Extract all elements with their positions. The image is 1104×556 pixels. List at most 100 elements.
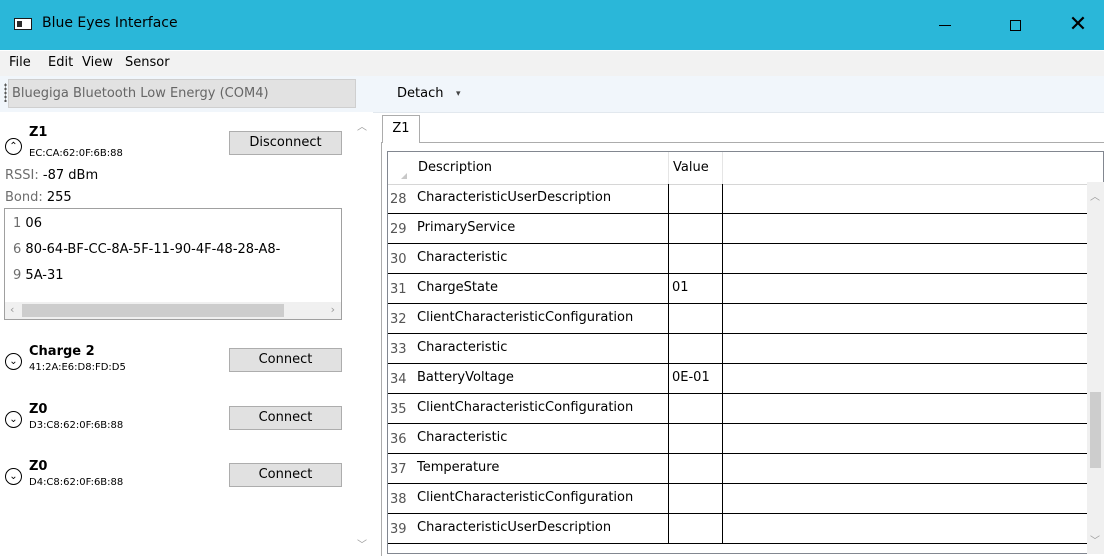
rssi-readout: RSSI: -87 dBm — [5, 168, 98, 183]
cell-description[interactable]: PrimaryService — [414, 214, 669, 243]
chevron-down-icon[interactable]: ⌄ — [5, 353, 22, 370]
cell-filler — [723, 514, 1088, 543]
cell-value[interactable] — [669, 244, 723, 273]
chevron-down-icon[interactable]: ⌄ — [5, 468, 22, 485]
device-name: Z0 — [29, 459, 48, 474]
scrollbar-thumb[interactable] — [1090, 392, 1101, 468]
toolbar: Bluegiga Bluetooth Low Energy (COM4) Det… — [0, 76, 1104, 113]
cell-description[interactable]: Temperature — [414, 454, 669, 483]
cell-description[interactable]: Characteristic — [414, 424, 669, 453]
cell-description[interactable]: BatteryVoltage — [414, 364, 669, 393]
row-number: 30 — [390, 252, 407, 267]
device-list-scrollbar[interactable]: ︿ ﹀ — [353, 112, 373, 556]
row-number: 36 — [390, 432, 407, 447]
rssi-label: RSSI: — [5, 168, 39, 183]
bond-label: Bond: — [5, 190, 43, 205]
scrollbar-thumb[interactable] — [22, 304, 284, 317]
cell-filler — [723, 334, 1088, 363]
table-row[interactable]: 34 BatteryVoltage 0E-01 — [388, 364, 1088, 394]
connect-button[interactable]: Connect — [229, 406, 342, 430]
table-row[interactable]: 29 PrimaryService — [388, 214, 1088, 244]
row-number: 28 — [390, 192, 407, 207]
maximize-icon — [1009, 19, 1021, 31]
toolbar-overflow-icon[interactable]: ▾ — [456, 89, 461, 99]
column-header-description[interactable]: Description — [414, 152, 669, 184]
connect-button[interactable]: Connect — [229, 463, 342, 487]
grid-vertical-scrollbar[interactable]: ︿ ﹀ — [1087, 182, 1104, 554]
chevron-up-icon[interactable]: ⌃ — [5, 138, 22, 155]
cell-value[interactable] — [669, 484, 723, 513]
table-row[interactable]: 28 CharacteristicUserDescription — [388, 184, 1088, 214]
scroll-down-icon[interactable]: ﹀ — [1090, 532, 1100, 547]
table-row[interactable]: 36 Characteristic — [388, 424, 1088, 454]
cell-value[interactable] — [669, 454, 723, 483]
table-row[interactable]: 30 Characteristic — [388, 244, 1088, 274]
menu-file[interactable]: File — [9, 55, 31, 70]
device-address: EC:CA:62:0F:6B:88 — [29, 148, 123, 159]
cell-description[interactable]: CharacteristicUserDescription — [414, 514, 669, 543]
cell-value[interactable] — [669, 394, 723, 423]
adv-data-line: 1 06 — [13, 216, 42, 231]
cell-value[interactable]: 0E-01 — [669, 364, 723, 393]
select-all-corner[interactable] — [388, 152, 413, 184]
cell-value[interactable] — [669, 184, 723, 213]
minimize-button[interactable] — [922, 0, 968, 50]
cell-value[interactable] — [669, 424, 723, 453]
close-button[interactable]: ✕ — [1055, 0, 1101, 50]
scroll-up-icon[interactable]: ︿ — [1090, 188, 1100, 203]
cell-value[interactable]: 01 — [669, 274, 723, 303]
detach-button[interactable]: Detach — [397, 86, 443, 101]
adapter-select[interactable]: Bluegiga Bluetooth Low Energy (COM4) — [8, 79, 356, 108]
menu-sensor[interactable]: Sensor — [125, 55, 170, 70]
table-row[interactable]: 31 ChargeState 01 — [388, 274, 1088, 304]
cell-filler — [723, 394, 1088, 423]
cell-description[interactable]: ClientCharacteristicConfiguration — [414, 394, 669, 423]
cell-description[interactable]: ChargeState — [414, 274, 669, 303]
column-header-value[interactable]: Value — [669, 152, 723, 184]
table-row[interactable]: 32 ClientCharacteristicConfiguration — [388, 304, 1088, 334]
cell-filler — [723, 184, 1088, 213]
table-row[interactable]: 38 ClientCharacteristicConfiguration — [388, 484, 1088, 514]
window-title: Blue Eyes Interface — [42, 15, 178, 31]
cell-description[interactable]: ClientCharacteristicConfiguration — [414, 304, 669, 333]
maximize-button[interactable] — [992, 0, 1038, 50]
bond-value: 255 — [46, 190, 72, 205]
cell-value[interactable] — [669, 304, 723, 333]
device-list-panel: ⌃ Z1 EC:CA:62:0F:6B:88 Disconnect RSSI: … — [0, 112, 373, 556]
scroll-right-icon[interactable]: › — [331, 303, 335, 316]
cell-filler — [723, 274, 1088, 303]
cell-value[interactable] — [669, 334, 723, 363]
connect-button[interactable]: Connect — [229, 348, 342, 372]
cell-value[interactable] — [669, 214, 723, 243]
menu-edit[interactable]: Edit — [48, 55, 73, 70]
chevron-down-icon[interactable]: ⌄ — [5, 411, 22, 428]
scroll-down-icon[interactable]: ﹀ — [357, 536, 367, 551]
menu-view[interactable]: View — [82, 55, 113, 70]
cell-value[interactable] — [669, 514, 723, 543]
cell-filler — [723, 304, 1088, 333]
device-address: D4:C8:62:0F:6B:88 — [29, 477, 124, 488]
table-row[interactable]: 39 CharacteristicUserDescription — [388, 514, 1088, 544]
horizontal-scrollbar[interactable]: ‹ › — [5, 302, 341, 319]
table-row[interactable]: 33 Characteristic — [388, 334, 1088, 364]
cell-filler — [723, 484, 1088, 513]
table-row[interactable]: 37 Temperature — [388, 454, 1088, 484]
disconnect-button[interactable]: Disconnect — [229, 131, 342, 155]
cell-description[interactable]: Characteristic — [414, 244, 669, 273]
characteristics-grid: Description Value 28 CharacteristicUserDe… — [387, 151, 1104, 554]
table-row[interactable]: 35 ClientCharacteristicConfiguration — [388, 394, 1088, 424]
toolbar-grip-icon[interactable] — [4, 83, 7, 102]
cell-description[interactable]: ClientCharacteristicConfiguration — [414, 484, 669, 513]
row-number: 31 — [390, 282, 407, 297]
cell-description[interactable]: Characteristic — [414, 334, 669, 363]
scroll-up-icon[interactable]: ︿ — [357, 118, 367, 133]
device-address: D3:C8:62:0F:6B:88 — [29, 420, 124, 431]
cell-filler — [723, 244, 1088, 273]
row-number: 39 — [390, 522, 407, 537]
app-icon — [14, 18, 32, 30]
cell-filler — [723, 454, 1088, 483]
cell-description[interactable]: CharacteristicUserDescription — [414, 184, 669, 213]
scroll-left-icon[interactable]: ‹ — [10, 303, 14, 316]
advertisement-data-box[interactable]: 1 06 6 80-64-BF-CC-8A-5F-11-90-4F-48-28-… — [4, 208, 342, 320]
tab-z1[interactable]: Z1 — [382, 115, 420, 143]
